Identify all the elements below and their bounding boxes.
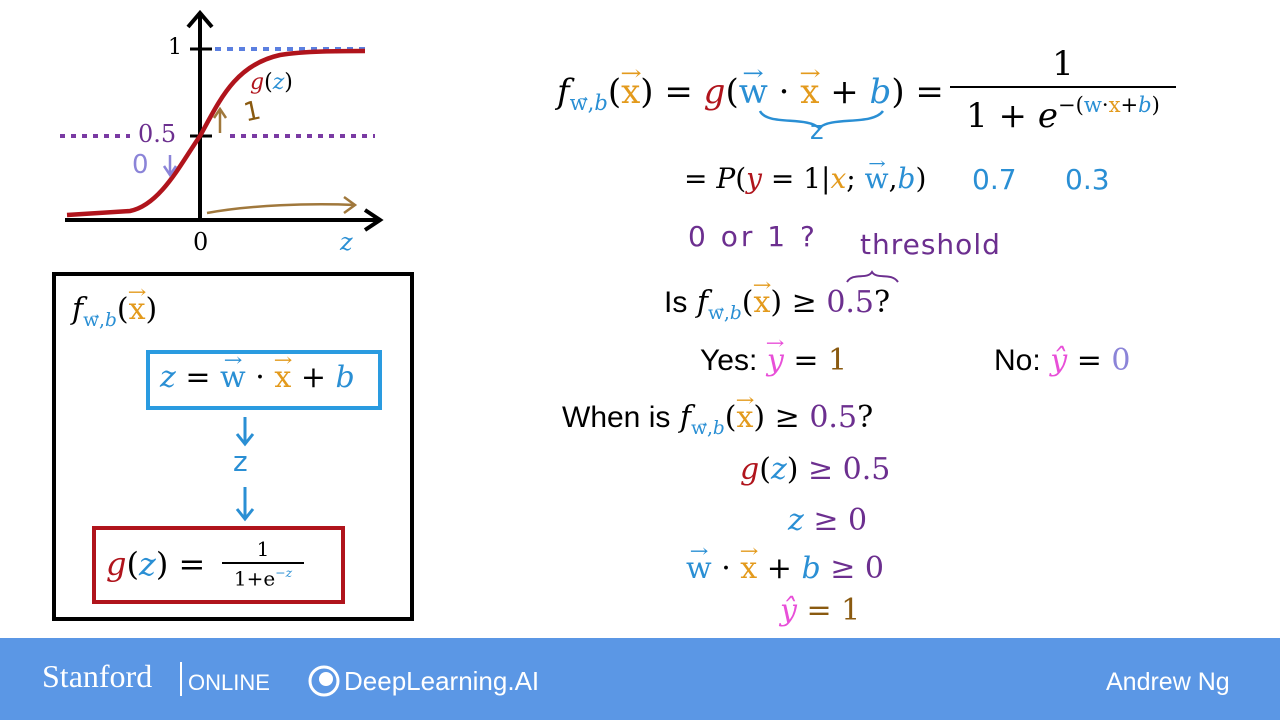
sigmoid-curve <box>66 48 366 218</box>
logo-divider <box>180 662 182 696</box>
deeplearning-icon <box>308 665 340 697</box>
zero-or-one: 0 or 1 ? <box>688 220 818 253</box>
hand-z: z <box>810 116 824 146</box>
yhat-line: ŷ = 1 <box>780 593 861 628</box>
z-axis-label: z <box>340 228 353 256</box>
pipeline-z-mid: z <box>233 445 248 478</box>
pipeline-f-label: fw⃗,b(x) <box>72 292 157 331</box>
val-03: 0.3 <box>1065 163 1110 196</box>
val-07: 0.7 <box>972 163 1017 196</box>
g-of-z-label: g(z) <box>250 70 293 95</box>
annot-zero: 0 <box>132 150 149 180</box>
z-symbol: z <box>272 70 285 95</box>
no-line: No: ŷ = 0 <box>994 343 1131 378</box>
threshold-brace <box>846 270 899 283</box>
main-fraction: 1 1 + e−(w·x+b) <box>950 44 1176 136</box>
tick-label-half: 0.5 <box>138 120 177 148</box>
author-label: Andrew Ng <box>1106 668 1230 696</box>
tick-label-one: 1 <box>168 35 182 60</box>
when-is-line: When is fw⃗,b(x) ≥ 0.5? <box>562 400 873 439</box>
online-label: ONLINE <box>188 670 270 695</box>
g-equation: g(z) = <box>106 545 206 583</box>
g-symbol: g <box>250 70 265 95</box>
footer-bar: Stanford ONLINE DeepLearning.AI Andrew N… <box>0 638 1280 720</box>
is-question: Is fw⃗,b(x) ≥ 0.5? <box>664 285 890 324</box>
sigmoid-graph <box>60 9 384 232</box>
g-fraction: 1 1+e−z <box>222 537 304 591</box>
stanford-logo: Stanford <box>42 658 153 694</box>
z-positive-arrow <box>206 203 356 215</box>
probability-line: = P(y = 1|x; w,b) <box>684 162 926 195</box>
deeplearning-label: DeepLearning.AI <box>344 666 540 696</box>
z-equation: z = w · x + b <box>160 360 355 395</box>
g-denominator: 1+e−z <box>233 565 293 591</box>
w-geq-line: w · x + b ≥ 0 <box>686 551 884 586</box>
g-numerator: 1 <box>256 537 270 561</box>
z-geq-line: z ≥ 0 <box>788 503 868 538</box>
threshold-label: threshold <box>860 228 1001 261</box>
yes-line: Yes: y = 1 <box>700 343 847 378</box>
f-subscript: w⃗,b <box>83 309 117 331</box>
origin-label: 0 <box>193 228 209 256</box>
x-vector: x <box>129 292 146 327</box>
g-geq-line: g(z) ≥ 0.5 <box>740 452 891 487</box>
